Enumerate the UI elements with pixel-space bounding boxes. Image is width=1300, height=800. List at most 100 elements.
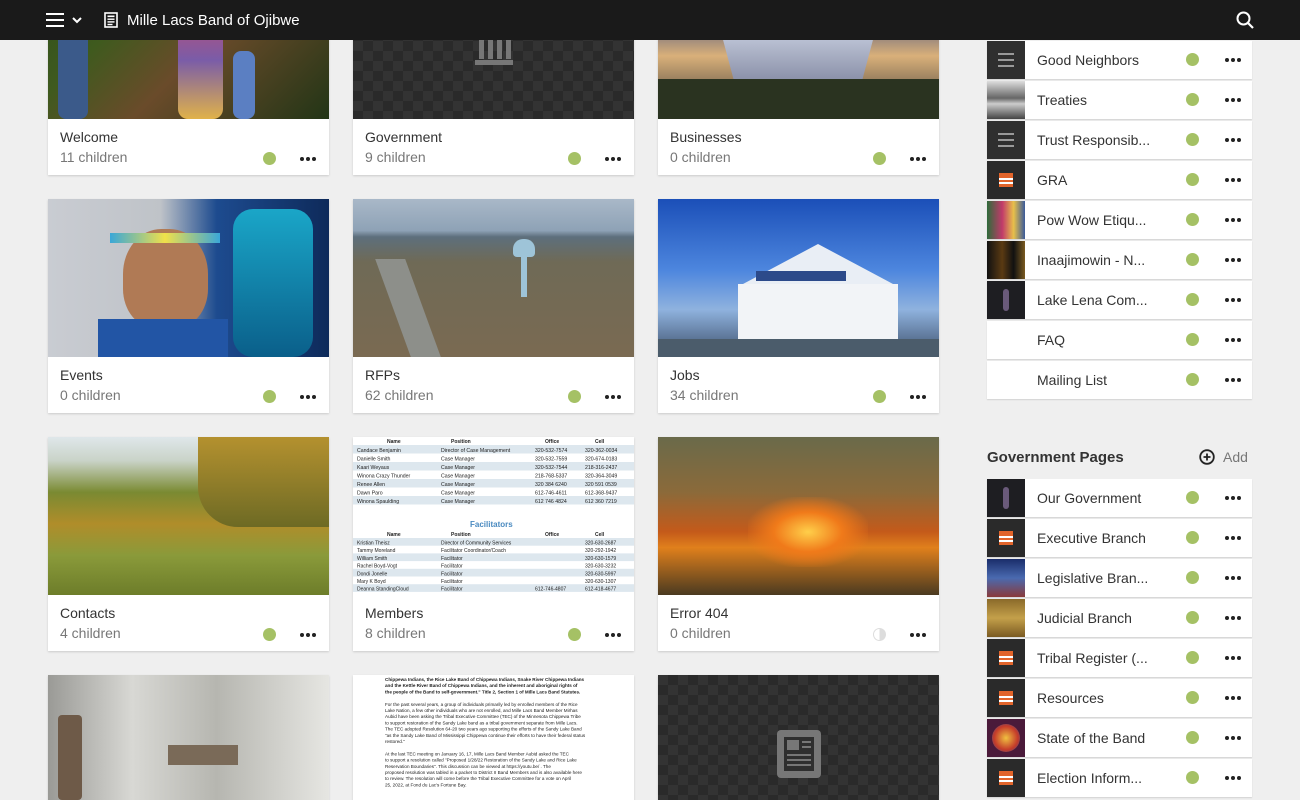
list-item[interactable]: Treaties [987, 81, 1252, 119]
more-options-icon[interactable] [605, 395, 621, 399]
card-children-count: 0 children [670, 625, 731, 641]
table-heading: Facilitators [470, 520, 513, 529]
list-item[interactable]: Good Neighbors [987, 41, 1252, 79]
more-options-icon[interactable] [1225, 338, 1241, 342]
more-options-icon[interactable] [1225, 378, 1241, 382]
more-options-icon[interactable] [1225, 736, 1241, 740]
table-cell: Case Manager [441, 457, 475, 463]
more-options-icon[interactable] [605, 633, 621, 637]
more-options-icon[interactable] [1225, 576, 1241, 580]
item-thumbnail [987, 361, 1025, 399]
list-item[interactable]: Lake Lena Com... [987, 281, 1252, 319]
more-options-icon[interactable] [1225, 138, 1241, 142]
card-row4-1[interactable] [48, 675, 329, 800]
more-options-icon[interactable] [1225, 616, 1241, 620]
list-item[interactable]: Resources [987, 679, 1252, 717]
item-label: Executive Branch [1037, 530, 1146, 546]
more-options-icon[interactable] [1225, 58, 1241, 62]
status-dot [1186, 571, 1199, 584]
more-options-icon[interactable] [910, 633, 926, 637]
card-title: Contacts [60, 605, 116, 621]
status-dot [1186, 293, 1199, 306]
more-options-icon[interactable] [1225, 696, 1241, 700]
list-item[interactable]: Our Government [987, 479, 1252, 517]
card-title: Events [60, 367, 103, 383]
more-options-icon[interactable] [1225, 656, 1241, 660]
table-cell: Mary K Boyd [357, 579, 386, 585]
table-cell: 218-768-5337 [535, 474, 567, 480]
site-title[interactable]: Mille Lacs Band of Ojibwe [127, 12, 300, 29]
table-cell: 320-630-1579 [585, 556, 616, 562]
table-header-cell: Name [387, 532, 401, 538]
card-title: Welcome [60, 129, 119, 145]
more-options-icon[interactable] [910, 395, 926, 399]
list-item[interactable]: Election Inform... [987, 759, 1252, 797]
table-cell: 320 591 0539 [585, 482, 617, 488]
add-button[interactable]: Add [1199, 449, 1248, 465]
more-options-icon[interactable] [300, 633, 316, 637]
list-item[interactable]: Judicial Branch [987, 599, 1252, 637]
table-cell: Renee Allen [357, 482, 385, 488]
table-cell: Deanna StandingCloud [357, 587, 409, 593]
list-item[interactable]: FAQ [987, 321, 1252, 359]
menu-button[interactable] [46, 13, 82, 27]
more-options-icon[interactable] [1225, 218, 1241, 222]
item-label: Legislative Bran... [1037, 570, 1149, 586]
list-item[interactable]: Trust Responsib... [987, 121, 1252, 159]
list-item[interactable]: Inaajimowin - N... [987, 241, 1252, 279]
status-dot [873, 390, 886, 403]
more-options-icon[interactable] [1225, 298, 1241, 302]
table-header-cell: Position [451, 439, 471, 445]
table-header-cell: Cell [595, 439, 605, 445]
status-dot [1186, 531, 1199, 544]
document-line: the people of the Band to self-governmen… [385, 689, 580, 694]
status-dot [568, 390, 581, 403]
card-events[interactable]: Events 0 children [48, 199, 329, 413]
list-item[interactable]: Mailing List [987, 361, 1252, 399]
list-item[interactable]: Tribal Register (... [987, 639, 1252, 677]
card-error-404[interactable]: Error 404 0 children [658, 437, 939, 651]
item-thumbnail [987, 321, 1025, 359]
card-row4-3[interactable] [658, 675, 939, 800]
item-label: Treaties [1037, 92, 1088, 108]
more-options-icon[interactable] [1225, 98, 1241, 102]
list-item[interactable]: Pow Wow Etiqu... [987, 201, 1252, 239]
item-label: Trust Responsib... [1037, 132, 1151, 148]
document-line: Reservation Boundaries". This discussion… [385, 764, 551, 769]
card-jobs[interactable]: Jobs 34 children [658, 199, 939, 413]
more-options-icon[interactable] [605, 157, 621, 161]
table-cell: Tammy Moreland [357, 548, 396, 554]
document-line: to support restoration of the Sandy Lake… [385, 720, 578, 725]
list-item[interactable]: State of the Band [987, 719, 1252, 757]
list-item[interactable]: GRA [987, 161, 1252, 199]
item-label: Election Inform... [1037, 770, 1143, 786]
card-members[interactable]: Name Position Office Cell Candace Benjamin Di… [353, 437, 634, 651]
card-row4-2[interactable]: Chippewa Indians, the Rice Lake Band of … [353, 675, 634, 800]
document-line: Lake Nation, a few other individuals who… [385, 708, 578, 713]
more-options-icon[interactable] [1225, 178, 1241, 182]
table-cell: Kristian Theisz [357, 541, 390, 547]
more-options-icon[interactable] [300, 395, 316, 399]
search-icon[interactable] [1236, 11, 1254, 29]
card-rfps[interactable]: RFPs 62 children [353, 199, 634, 413]
more-options-icon[interactable] [1225, 776, 1241, 780]
more-options-icon[interactable] [1225, 536, 1241, 540]
list-item[interactable]: Legislative Bran... [987, 559, 1252, 597]
more-options-icon[interactable] [300, 157, 316, 161]
status-dot [873, 152, 886, 165]
more-options-icon[interactable] [1225, 258, 1241, 262]
item-label: FAQ [1037, 332, 1066, 348]
card-contacts[interactable]: Contacts 4 children [48, 437, 329, 651]
card-image [658, 675, 939, 800]
item-thumbnail [987, 759, 1025, 797]
card-image: Name Position Office Cell Candace Benjamin Di… [353, 437, 634, 595]
more-options-icon[interactable] [910, 157, 926, 161]
item-thumbnail [987, 599, 1025, 637]
table-cell: 612 360 7219 [585, 499, 617, 505]
table-cell: Dawn Paro [357, 491, 383, 497]
table-cell: Dondi Jonelle [357, 571, 388, 577]
card-children-count: 34 children [670, 387, 739, 403]
item-label: Mailing List [1037, 372, 1108, 388]
list-item[interactable]: Executive Branch [987, 519, 1252, 557]
more-options-icon[interactable] [1225, 496, 1241, 500]
